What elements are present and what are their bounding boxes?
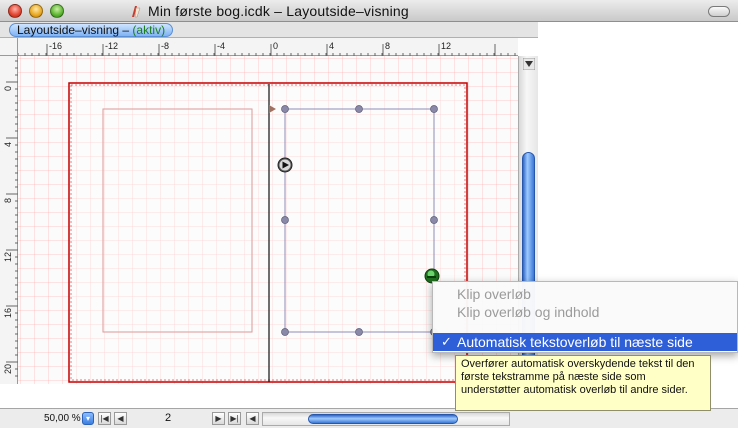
- page-border: [68, 82, 468, 383]
- menu-item-label: Automatisk tekstoverløb til næste side: [457, 334, 693, 350]
- frame-handle[interactable]: [281, 328, 289, 336]
- zoom-dropdown-icon[interactable]: ▾: [82, 412, 94, 425]
- minimize-icon[interactable]: [29, 4, 43, 18]
- layout-view-label: Layoutside–visning –: [17, 23, 133, 37]
- page-number[interactable]: 2: [165, 412, 171, 424]
- horizontal-scrollbar[interactable]: [262, 412, 510, 426]
- vruler-label: 16: [3, 308, 13, 318]
- scroll-split-icon[interactable]: [523, 58, 535, 70]
- menu-item-clip-overflow[interactable]: Klip overløb: [433, 285, 737, 303]
- menu-item-label: Klip overløb og indhold: [457, 304, 600, 320]
- vruler-label: 12: [3, 252, 13, 262]
- hruler-label: 4: [329, 41, 334, 51]
- hruler-label: -4: [217, 41, 225, 51]
- hruler-label: 12: [441, 41, 451, 51]
- vruler-label: 4: [3, 142, 13, 147]
- next-page-icon[interactable]: ▶: [212, 412, 225, 425]
- ruler-corner[interactable]: [0, 38, 18, 56]
- frame-handle[interactable]: [355, 105, 363, 113]
- hruler-label: 0: [273, 41, 278, 51]
- frame-handle[interactable]: [430, 216, 438, 224]
- hruler-label: -8: [161, 41, 169, 51]
- checkmark-icon: ✓: [441, 334, 452, 349]
- context-menu: Klip overløb Klip overløb og indhold ✓ A…: [432, 281, 738, 353]
- bottom-bar: 50,00 % ▾ |◀ ◀ 2 ▶ ▶| ◀: [0, 408, 738, 428]
- document-icon: [132, 6, 141, 18]
- frame-handle[interactable]: [281, 105, 289, 113]
- vruler-label: 8: [3, 198, 13, 203]
- text-inport-icon[interactable]: [277, 157, 293, 173]
- frame-handle[interactable]: [430, 105, 438, 113]
- tooltip: Overfører automatisk overskydende tekst …: [455, 355, 711, 411]
- vertical-ruler-ticks: 0 4 8 12 16 20: [3, 60, 18, 377]
- zoom-level[interactable]: 50,00 %: [44, 413, 81, 424]
- close-icon[interactable]: [8, 4, 22, 18]
- frame-handle[interactable]: [355, 328, 363, 336]
- vruler-label: 0: [3, 86, 13, 91]
- previous-page-icon[interactable]: ◀: [114, 412, 127, 425]
- scroll-left-icon[interactable]: ◀: [246, 412, 259, 425]
- horizontal-ruler[interactable]: -16 -12 -8 -4 0 4 8 12: [17, 38, 518, 56]
- frame-handle[interactable]: [281, 216, 289, 224]
- layout-view-tab[interactable]: Layoutside–visning – (aktiv): [9, 23, 174, 37]
- hruler-label: -12: [105, 41, 118, 51]
- menu-item-label: Klip overløb: [457, 286, 531, 302]
- zoom-icon[interactable]: [50, 4, 64, 18]
- vertical-ruler[interactable]: 0 4 8 12 16 20: [0, 56, 18, 384]
- layout-view-state: (aktiv): [132, 23, 166, 37]
- horizontal-scroll-thumb[interactable]: [308, 414, 458, 424]
- toolbar-toggle-icon[interactable]: [708, 6, 730, 17]
- menu-item-auto-text-overflow[interactable]: ✓ Automatisk tekstoverløb til næste side: [433, 333, 737, 351]
- first-page-icon[interactable]: |◀: [98, 412, 111, 425]
- hruler-label: 8: [385, 41, 390, 51]
- menu-item-clip-overflow-and-content[interactable]: Klip overløb og indhold: [433, 303, 737, 321]
- title-bar: Min første bog.icdk – Layoutside–visning: [0, 0, 738, 22]
- vruler-label: 20: [3, 364, 13, 374]
- window-title: Min første bog.icdk – Layoutside–visning: [148, 3, 409, 19]
- horizontal-ruler-ticks: -16 -12 -8 -4 0 4 8 12: [17, 41, 516, 56]
- hruler-label: -16: [49, 41, 62, 51]
- last-page-icon[interactable]: ▶|: [228, 412, 241, 425]
